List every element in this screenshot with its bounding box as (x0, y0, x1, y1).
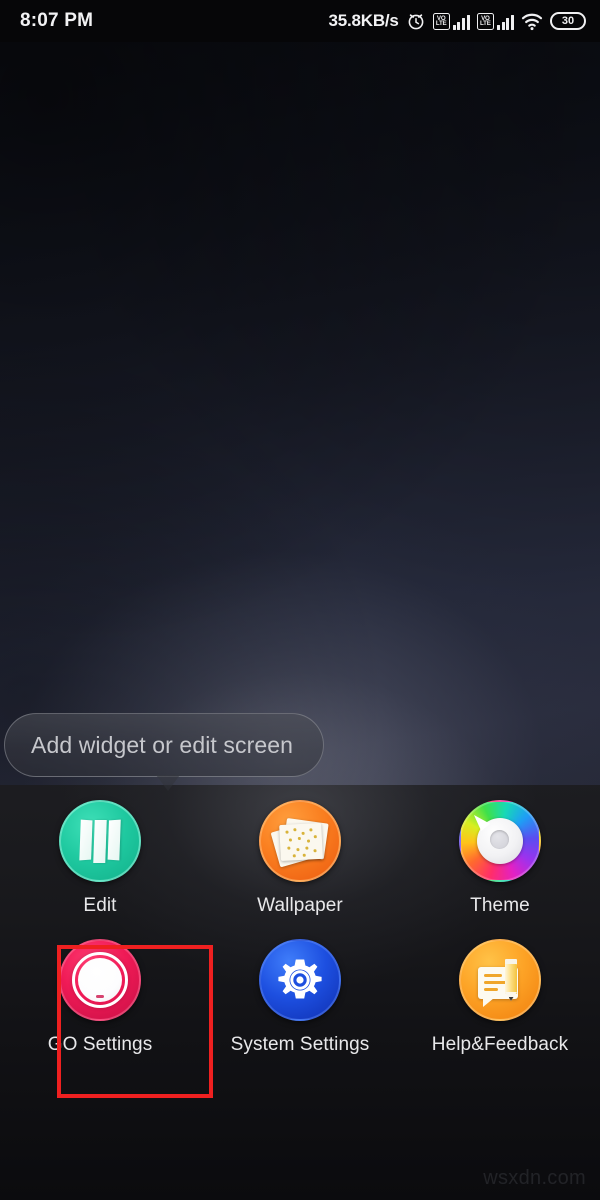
options-row-2: GO Settings System Settings Help&Feedbac… (0, 939, 600, 1056)
menu-item-go-settings[interactable]: GO Settings (0, 939, 200, 1056)
menu-item-label: Theme (470, 895, 530, 916)
menu-item-label: Help&Feedback (431, 1034, 569, 1055)
volte-icon-sim1: VO LTE (432, 12, 450, 30)
volte-label-bottom: LTE (480, 20, 491, 27)
wifi-icon (521, 12, 543, 31)
menu-item-wallpaper[interactable]: Wallpaper (200, 800, 400, 917)
signal-bars-sim1 (452, 13, 470, 30)
volte-icon-sim2: VO LTE (476, 12, 494, 30)
menu-item-label: Wallpaper (257, 895, 343, 916)
sim1-signal-group: VO LTE (432, 12, 470, 30)
network-speed-indicator: 35.8KB/s (328, 11, 399, 30)
status-bar[interactable]: 8:07 PM 35.8KB/s VO LTE VO LTE 30 (0, 0, 600, 42)
menu-item-system-settings[interactable]: System Settings (200, 939, 400, 1056)
watermark: wsxdn.com (483, 1167, 586, 1189)
help-feedback-pencil-icon[interactable] (459, 939, 541, 1021)
status-bar-clock: 8:07 PM (20, 10, 94, 31)
theme-color-wheel-icon[interactable] (459, 800, 541, 882)
menu-item-edit[interactable]: Edit (0, 800, 200, 917)
volte-label-bottom: LTE (435, 20, 447, 27)
status-bar-icons: 35.8KB/s VO LTE VO LTE 30 (328, 11, 586, 31)
menu-item-label: System Settings (230, 1034, 370, 1055)
tooltip-bubble[interactable]: Add widget or edit screen (4, 713, 324, 777)
menu-item-theme[interactable]: Theme (400, 800, 600, 917)
battery-level-text: 30 (561, 15, 575, 27)
android-home-screen: 8:07 PM 35.8KB/s VO LTE VO LTE 30 Add wi… (0, 0, 600, 1200)
gear-icon[interactable] (259, 939, 341, 1021)
signal-bars-sim2 (496, 13, 514, 30)
options-row-1: Edit Wallpaper Theme (0, 800, 600, 917)
wallpaper-sheets-icon[interactable] (259, 800, 341, 882)
menu-item-label: Edit (83, 895, 117, 916)
edit-pages-icon[interactable] (59, 800, 141, 882)
add-widget-tooltip[interactable]: Add widget or edit screen (4, 713, 324, 791)
menu-item-label: GO Settings (47, 1034, 153, 1055)
battery-indicator: 30 (550, 12, 586, 30)
tooltip-text: Add widget or edit screen (31, 731, 294, 758)
menu-item-help-feedback[interactable]: Help&Feedback (400, 939, 600, 1056)
sim2-signal-group: VO LTE (476, 12, 514, 30)
alarm-clock-icon (406, 11, 426, 31)
home-options-grid: Edit Wallpaper Theme GO Settings System … (0, 800, 600, 1056)
go-settings-dial-icon[interactable] (59, 939, 141, 1021)
